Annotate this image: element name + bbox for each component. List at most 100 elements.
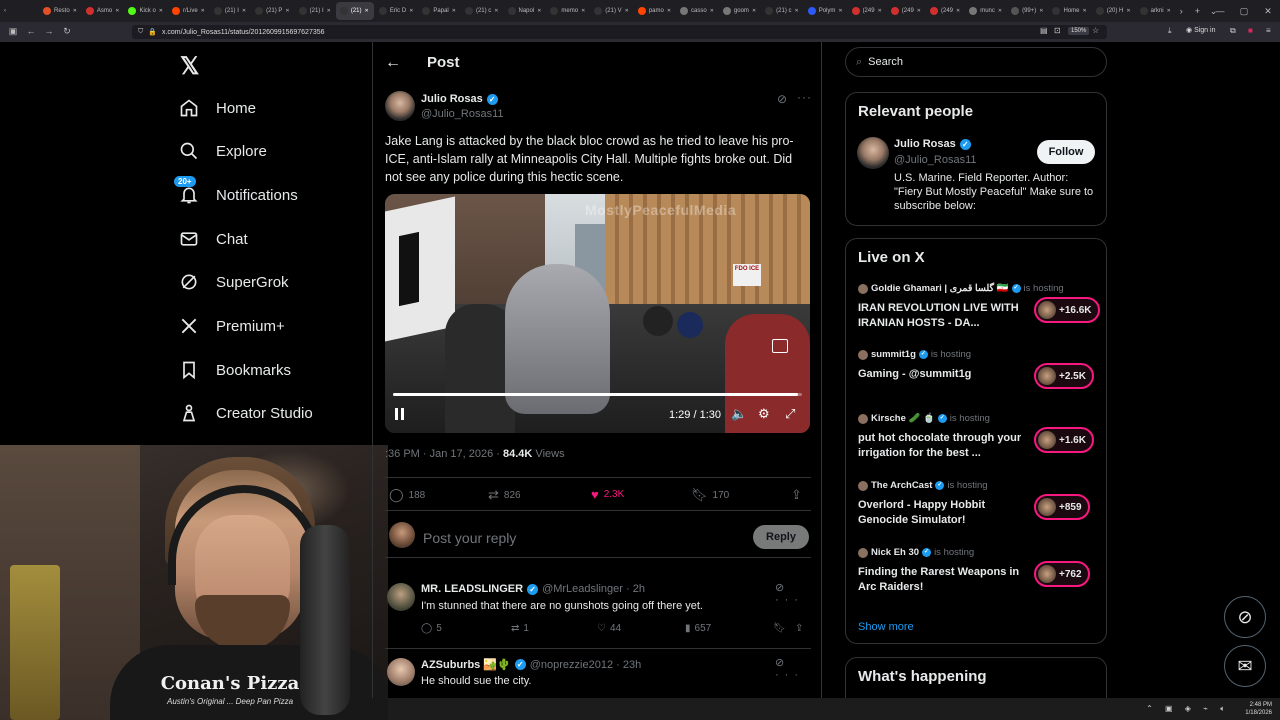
screenshot-icon[interactable]: ⊡ — [1054, 26, 1061, 35]
like-action[interactable]: ♥ 2.3K — [591, 487, 624, 502]
reply-options[interactable]: ⊘ ··· — [775, 581, 811, 606]
live-host-name[interactable]: summit1g — [871, 349, 916, 360]
browser-tab[interactable]: (21) ✕ — [335, 2, 374, 20]
volume-icon[interactable]: 🔈 — [731, 406, 747, 422]
browser-tab[interactable]: Eric D ✕ — [375, 2, 418, 20]
browser-tab[interactable]: (21) V ✕ — [590, 2, 633, 20]
tab-close-icon[interactable]: ✕ — [494, 8, 498, 14]
relevant-handle[interactable]: @Julio_Rosas11 — [894, 154, 977, 166]
nav-item-chat[interactable]: Chat — [178, 219, 248, 259]
nav-item-supergrok[interactable]: SuperGrok — [178, 262, 289, 302]
show-more-link[interactable]: Show more — [858, 621, 914, 633]
tab-close-icon[interactable]: ✕ — [878, 8, 882, 14]
nav-item-home[interactable]: Home — [178, 88, 256, 128]
tab-close-icon[interactable]: ✕ — [1083, 8, 1087, 14]
browser-tab[interactable]: (20) H ✕ — [1092, 2, 1135, 20]
fullscreen-icon[interactable]: ⤢ — [785, 406, 795, 422]
browser-tab[interactable]: Papal ✕ — [418, 2, 460, 20]
menu-icon[interactable]: ≡ — [1266, 26, 1271, 35]
tab-close-icon[interactable]: ✕ — [752, 8, 756, 14]
tab-close-icon[interactable]: ✕ — [625, 8, 629, 14]
tab-close-icon[interactable]: ✕ — [201, 8, 205, 14]
messages-fab-icon[interactable]: ✉ — [1224, 645, 1266, 687]
live-title[interactable]: Overlord - Happy Hobbit Genocide Simulat… — [858, 498, 1023, 528]
reply-options[interactable]: ⊘ ··· — [775, 656, 811, 681]
live-host-name[interactable]: The ArchCast — [871, 480, 932, 491]
browser-tab[interactable]: casso ✕ — [676, 2, 718, 20]
url-field[interactable]: ⛉ 🔒 x.com/Julio_Rosas11/status/201260991… — [132, 25, 1107, 39]
more-options-icon[interactable]: ··· — [797, 90, 812, 104]
sidebar-toggle-icon[interactable]: ▣ — [4, 26, 22, 37]
tab-close-icon[interactable]: ✕ — [537, 8, 541, 14]
live-listener-pill[interactable]: +2.5K — [1034, 363, 1094, 389]
forward-icon[interactable]: → — [40, 26, 58, 36]
reply-author-name[interactable]: MR. LEADSLINGER — [421, 583, 523, 595]
tab-close-icon[interactable]: ✕ — [159, 8, 163, 14]
live-title[interactable]: IRAN REVOLUTION LIVE WITH IRANIAN HOSTS … — [858, 301, 1023, 331]
new-tab-icon[interactable]: + — [1191, 2, 1205, 20]
picture-in-picture-icon[interactable] — [772, 339, 788, 353]
reply-author-name[interactable]: AZSuburbs 🏜️🌵 — [421, 658, 511, 671]
live-host-name[interactable]: Goldie Ghamari | گلسا قمری 🇮🇷 — [871, 283, 1009, 294]
video-player[interactable]: FDO ICE MostlyPeacefulMedia 1:29 / 1:30 … — [385, 194, 810, 433]
tab-scroll-left-icon[interactable]: ‹ — [0, 2, 38, 20]
maximize-button[interactable]: ▢ — [1232, 0, 1256, 22]
nav-item-premium[interactable]: Premium+ — [178, 306, 285, 346]
video-progress-bar[interactable] — [393, 393, 802, 396]
repost-action[interactable]: ⇄ 826 — [488, 487, 521, 503]
live-listener-pill[interactable]: +859 — [1034, 494, 1090, 520]
grok-icon[interactable]: ⊘ — [777, 92, 787, 106]
reply-like-count[interactable]: ♡ 44 — [597, 623, 621, 634]
live-item[interactable]: summit1g ✓ is hosting Gaming - @summit1g +2.… — [858, 349, 1098, 399]
browser-tab[interactable]: goom ✕ — [719, 2, 760, 20]
pause-icon[interactable] — [395, 408, 407, 420]
reply-author-handle[interactable]: @MrLeadslinger · 2h — [542, 583, 645, 595]
nav-item-explore[interactable]: Explore — [178, 131, 267, 171]
browser-tab[interactable]: (249 ✕ — [926, 2, 964, 20]
tab-close-icon[interactable]: ✕ — [838, 8, 842, 14]
nav-item-notifications[interactable]: 20+ Notifications — [174, 175, 298, 215]
live-listener-pill[interactable]: +16.6K — [1034, 297, 1100, 323]
relevant-avatar[interactable] — [857, 137, 889, 169]
browser-tab[interactable]: Napol ✕ — [504, 2, 546, 20]
browser-tab[interactable]: r/Live ✕ — [168, 2, 209, 20]
live-item[interactable]: Kirsche 🥒 🍵 ✓ is hosting put hot chocolate … — [858, 413, 1098, 463]
browser-tab[interactable]: (249 ✕ — [848, 2, 886, 20]
live-title[interactable]: put hot chocolate through your irrigatio… — [858, 431, 1023, 461]
browser-tab[interactable]: (21) c ✕ — [461, 2, 503, 20]
browser-tab[interactable]: memo ✕ — [546, 2, 589, 20]
tab-scroll-right-icon[interactable]: › — [1176, 2, 1190, 20]
live-host-name[interactable]: Nick Eh 30 — [871, 547, 919, 558]
bookmark-star-icon[interactable]: ☆ — [1092, 26, 1099, 35]
relevant-name[interactable]: Julio Rosas ✓ — [894, 138, 971, 150]
reload-icon[interactable]: ↻ — [58, 26, 76, 37]
nav-item-creator-studio[interactable]: Creator Studio — [178, 393, 313, 433]
reply-bookmark-icon[interactable]: 🔖︎ — [773, 623, 786, 634]
x-logo[interactable]: 𝕏 — [180, 52, 199, 81]
reply-item[interactable]: MR. LEADSLINGER ✓ @MrLeadslinger · 2h ⊘ … — [385, 575, 811, 649]
minimize-button[interactable]: — — [1208, 0, 1232, 22]
tab-close-icon[interactable]: ✕ — [285, 8, 289, 14]
browser-tab[interactable]: (21) I ✕ — [295, 2, 335, 20]
zoom-level[interactable]: 150% — [1068, 27, 1090, 35]
back-arrow-icon[interactable]: ← — [385, 54, 401, 72]
tab-close-icon[interactable]: ✕ — [794, 8, 798, 14]
browser-tab[interactable]: pamo ✕ — [634, 2, 675, 20]
tab-close-icon[interactable]: ✕ — [242, 8, 246, 14]
reply-comment-count[interactable]: ◯ 5 — [421, 623, 442, 634]
reply-avatar[interactable] — [387, 583, 415, 611]
reply-input[interactable]: Post your reply — [423, 530, 516, 546]
extensions-icon[interactable]: ⧉ — [1230, 26, 1236, 36]
live-item[interactable]: The ArchCast ✓ is hosting Overlord - Happy … — [858, 480, 1098, 530]
browser-tab[interactable]: Asmo ✕ — [82, 2, 124, 20]
author-name[interactable]: Julio Rosas ✓ — [421, 93, 498, 105]
tab-close-icon[interactable]: ✕ — [73, 8, 77, 14]
live-title[interactable]: Finding the Rarest Weapons in Arc Raider… — [858, 565, 1023, 595]
tab-close-icon[interactable]: ✕ — [1167, 8, 1171, 14]
tab-close-icon[interactable]: ✕ — [667, 8, 671, 14]
tab-close-icon[interactable]: ✕ — [365, 8, 369, 14]
browser-tab[interactable]: (99+) ✕ — [1007, 2, 1047, 20]
browser-tab[interactable]: munc ✕ — [965, 2, 1006, 20]
live-title[interactable]: Gaming - @summit1g — [858, 367, 1023, 382]
follow-button[interactable]: Follow — [1037, 140, 1095, 164]
